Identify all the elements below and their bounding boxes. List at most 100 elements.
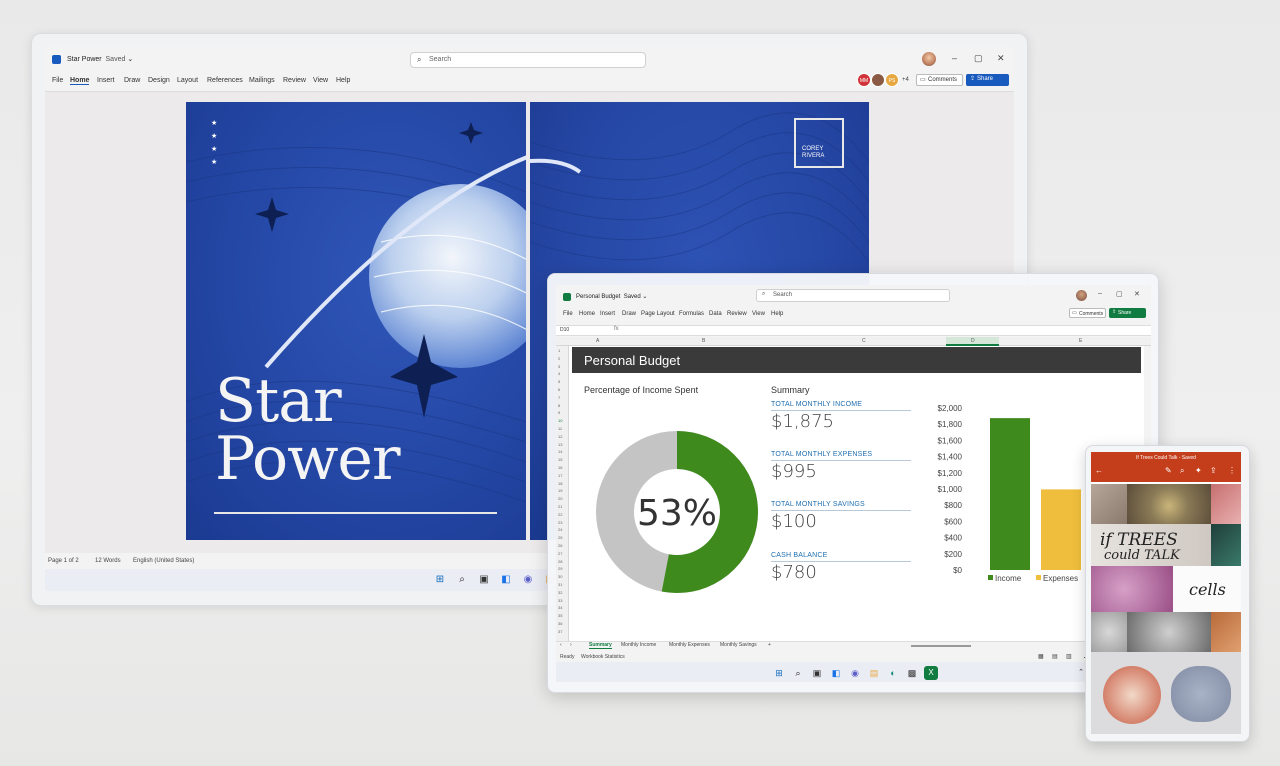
row-number[interactable]: 6 (558, 387, 560, 392)
column-header[interactable]: C (862, 338, 866, 344)
pen-icon[interactable]: ✎ (1165, 466, 1172, 475)
minimize-icon[interactable]: – (1098, 290, 1102, 297)
excel-app-icon[interactable]: X (924, 666, 938, 680)
share-icon[interactable]: ⇪ (1210, 466, 1217, 475)
row-number[interactable]: 10 (558, 418, 562, 423)
sheet-tab-monthly-savings[interactable]: Monthly Savings (720, 642, 757, 648)
bar-chart[interactable]: $0 $200 $400 $600 $800 $1,000 $1,200 $1,400 $1,6… (928, 399, 1088, 589)
scroll-left-icon[interactable]: ‹ (560, 642, 562, 648)
search-icon[interactable]: ⌕ (791, 666, 805, 680)
close-icon[interactable]: ✕ (1134, 290, 1140, 298)
row-number[interactable]: 3 (558, 364, 560, 369)
page-layout-view-icon[interactable]: ▤ (1052, 653, 1058, 660)
row-number[interactable]: 9 (558, 410, 560, 415)
widgets-icon[interactable]: ◧ (499, 573, 513, 587)
row-number[interactable]: 27 (558, 551, 562, 556)
menu-data[interactable]: Data (709, 311, 722, 317)
menu-formulas[interactable]: Formulas (679, 311, 704, 317)
row-number[interactable]: 16 (558, 465, 562, 470)
avatar[interactable] (1076, 290, 1087, 301)
row-number[interactable]: 4 (558, 371, 560, 376)
chat-icon[interactable]: ◉ (848, 666, 862, 680)
row-number[interactable]: 11 (558, 426, 562, 431)
store-icon[interactable]: ▩ (905, 666, 919, 680)
row-number[interactable]: 21 (558, 504, 562, 509)
row-number[interactable]: 30 (558, 574, 562, 579)
row-number[interactable]: 19 (558, 488, 562, 493)
chat-icon[interactable]: ◉ (521, 573, 535, 587)
menu-home[interactable]: Home (70, 77, 90, 85)
comments-button[interactable]: ▭ Comments (1069, 308, 1106, 318)
minimize-icon[interactable]: – (952, 53, 957, 63)
cover-page-left[interactable]: ★ ★ ★ ★ Star Power (186, 102, 526, 540)
word-search-input[interactable]: ⌕ Search (410, 52, 646, 68)
menu-view[interactable]: View (752, 311, 765, 317)
excel-doc-title[interactable]: Personal Budget Saved ⌄ (576, 293, 647, 300)
row-number[interactable]: 36 (558, 621, 562, 626)
menu-insert[interactable]: Insert (600, 311, 615, 317)
row-number[interactable]: 37 (558, 629, 562, 634)
row-number[interactable]: 25 (558, 535, 562, 540)
row-number[interactable]: 14 (558, 449, 562, 454)
explorer-icon[interactable]: ▤ (867, 666, 881, 680)
formula-bar[interactable] (556, 325, 1151, 336)
lightbulb-icon[interactable]: ✦ (1195, 466, 1202, 475)
scroll-right-icon[interactable]: › (570, 642, 572, 648)
more-icon[interactable]: ⋮ (1228, 466, 1236, 475)
row-number[interactable]: 13 (558, 442, 562, 447)
sheet-tab-monthly-expenses[interactable]: Monthly Expenses (669, 642, 710, 648)
row-number[interactable]: 2 (558, 356, 560, 361)
page-break-view-icon[interactable]: ▥ (1066, 653, 1072, 660)
row-number[interactable]: 5 (558, 379, 560, 384)
row-number[interactable]: 7 (558, 395, 560, 400)
menu-draw[interactable]: Draw (124, 77, 140, 84)
row-number[interactable]: 22 (558, 512, 562, 517)
menu-insert[interactable]: Insert (97, 77, 115, 84)
column-header[interactable]: D (971, 338, 975, 344)
menu-mailings[interactable]: Mailings (249, 77, 275, 84)
share-button[interactable]: ⇪ Share (1109, 308, 1146, 318)
column-header[interactable]: E (1079, 338, 1082, 344)
donut-chart[interactable]: 53% (594, 429, 760, 595)
column-header[interactable]: B (702, 338, 705, 344)
summary-value[interactable]: $1,875 (771, 411, 911, 432)
summary-value[interactable]: $995 (771, 461, 911, 482)
start-icon[interactable]: ⊞ (433, 573, 447, 587)
row-number[interactable]: 31 (558, 582, 562, 587)
start-icon[interactable]: ⊞ (772, 666, 786, 680)
coauthor-avatar[interactable]: PS (885, 73, 899, 87)
search-icon[interactable]: ⌕ (1180, 466, 1184, 476)
menu-help[interactable]: Help (771, 311, 783, 317)
menu-review[interactable]: Review (727, 311, 747, 317)
excel-search-input[interactable]: ⌕ Search (756, 289, 950, 302)
row-number[interactable]: 24 (558, 527, 562, 532)
menu-file[interactable]: File (563, 311, 573, 317)
row-number[interactable]: 26 (558, 543, 562, 548)
menu-layout[interactable]: Layout (177, 77, 198, 84)
horizontal-scrollbar[interactable] (911, 645, 971, 647)
maximize-icon[interactable]: ▢ (1116, 290, 1123, 298)
close-icon[interactable]: ✕ (997, 53, 1005, 64)
word-doc-title[interactable]: Star Power Saved ⌄ (67, 55, 133, 63)
share-button[interactable]: ⇪ Share (966, 74, 1009, 86)
add-sheet-icon[interactable]: + (768, 642, 771, 648)
row-number[interactable]: 34 (558, 605, 562, 610)
summary-value[interactable]: $780 (771, 562, 911, 583)
menu-draw[interactable]: Draw (622, 311, 636, 317)
row-number[interactable]: 28 (558, 559, 562, 564)
status-page[interactable]: Page 1 of 2 (48, 558, 79, 564)
search-icon[interactable]: ⌕ (455, 573, 469, 587)
row-number[interactable]: 12 (558, 434, 562, 439)
widgets-icon[interactable]: ◧ (829, 666, 843, 680)
taskview-icon[interactable]: ▣ (810, 666, 824, 680)
summary-value[interactable]: $100 (771, 511, 911, 532)
avatar[interactable] (922, 52, 936, 66)
maximize-icon[interactable]: ▢ (974, 53, 983, 64)
row-number[interactable]: 1 (558, 348, 560, 353)
row-number[interactable]: 23 (558, 520, 562, 525)
status-language[interactable]: English (United States) (133, 558, 194, 564)
taskview-icon[interactable]: ▣ (477, 573, 491, 587)
menu-view[interactable]: View (313, 77, 328, 84)
edge-icon[interactable]: ◐ (886, 666, 900, 680)
menu-help[interactable]: Help (336, 77, 350, 84)
